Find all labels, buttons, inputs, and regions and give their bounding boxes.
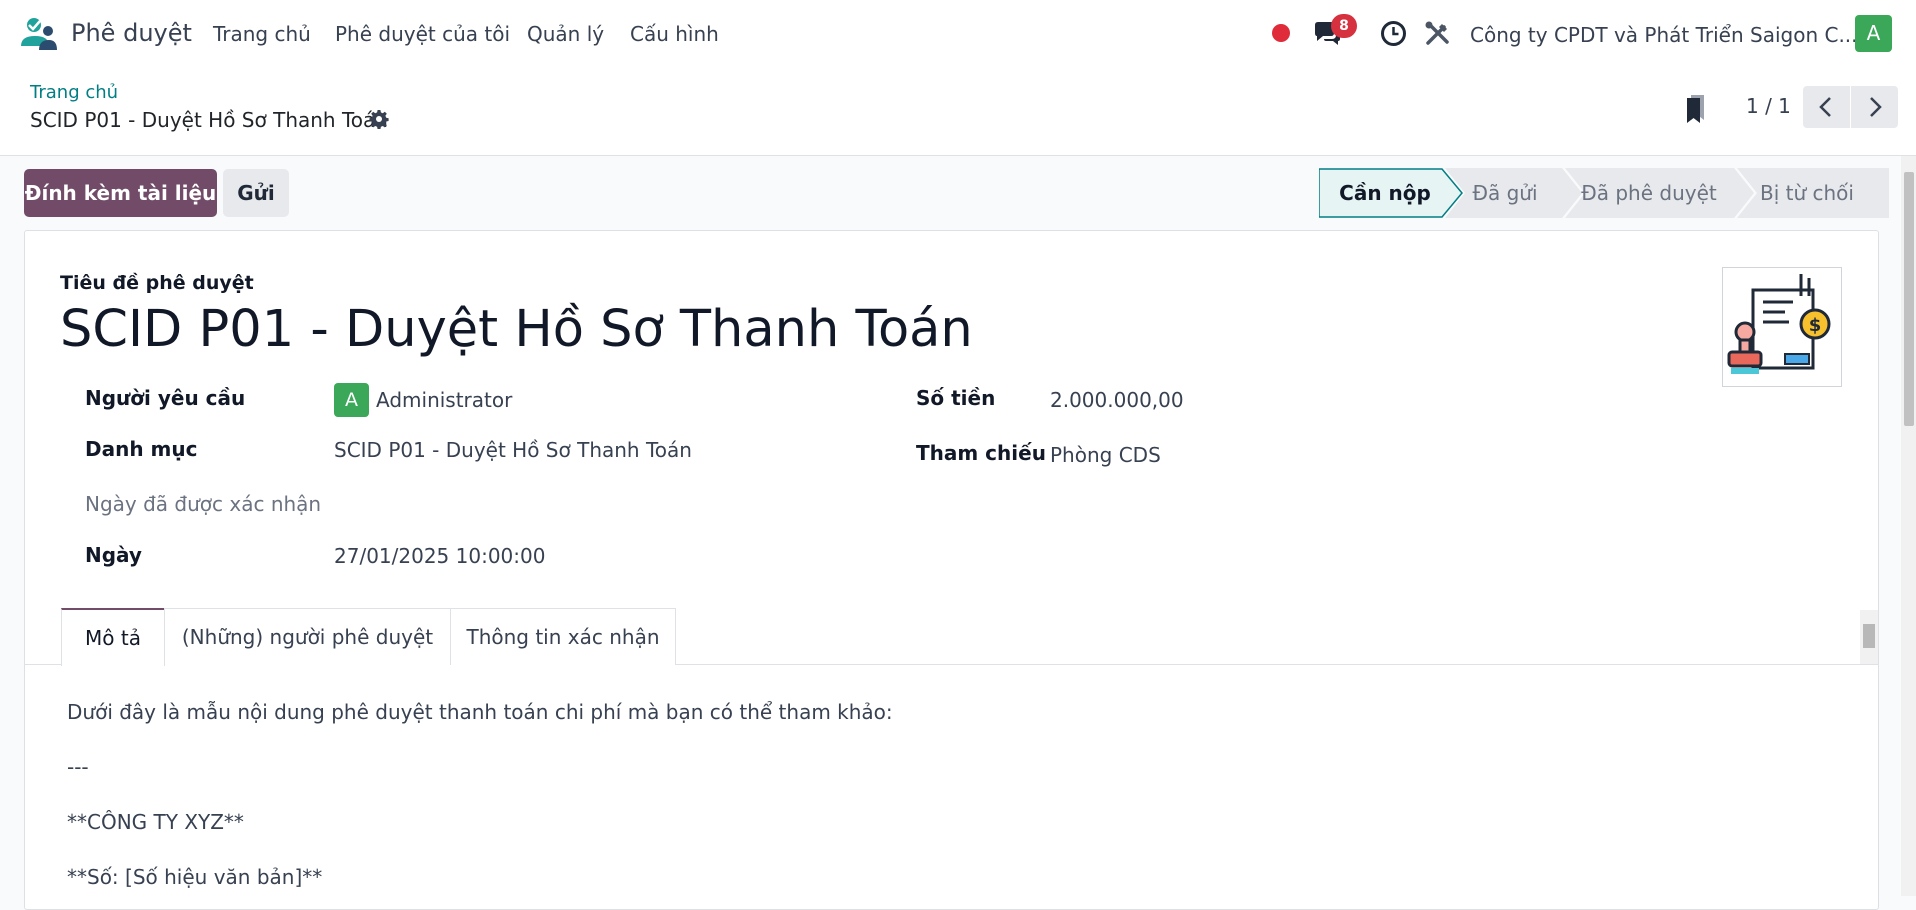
- company-switcher[interactable]: Công ty CPDT và Phát Triển Saigon C...: [1470, 23, 1858, 47]
- bookmark-icon[interactable]: [1682, 92, 1710, 124]
- category-field[interactable]: SCID P01 - Duyệt Hồ Sơ Thanh Toán: [334, 438, 692, 462]
- description-line: ---: [67, 755, 89, 779]
- tab-description[interactable]: Mô tả: [61, 608, 165, 666]
- pager-next-button[interactable]: [1851, 86, 1898, 128]
- date-label: Ngày: [85, 543, 142, 567]
- approval-title-field[interactable]: SCID P01 - Duyệt Hồ Sơ Thanh Toán: [60, 300, 973, 359]
- chat-count-badge: 8: [1331, 14, 1357, 38]
- page-scrollbar-thumb[interactable]: [1904, 172, 1914, 426]
- tools-icon[interactable]: [1424, 20, 1451, 47]
- pager-previous-button[interactable]: [1803, 86, 1850, 128]
- date-field[interactable]: 27/01/2025 10:00:00: [334, 544, 545, 568]
- approvals-app-icon[interactable]: [21, 16, 57, 50]
- status-stage-approved[interactable]: Đã phê duyệt: [1581, 181, 1717, 205]
- clock-icon[interactable]: [1380, 20, 1407, 47]
- attach-document-button[interactable]: Đính kèm tài liệu: [24, 169, 217, 217]
- chevron-right-icon: [1870, 97, 1882, 117]
- description-line: **Số: [Số hiệu văn bản]**: [67, 865, 323, 889]
- app-name[interactable]: Phê duyệt: [71, 19, 192, 47]
- record-status-icon[interactable]: [1272, 24, 1290, 42]
- pager-value[interactable]: 1 / 1: [1746, 94, 1791, 118]
- gear-icon[interactable]: [369, 109, 389, 129]
- amount-field[interactable]: 2.000.000,00: [1050, 388, 1184, 412]
- menu-home[interactable]: Trang chủ: [213, 22, 311, 46]
- control-panel: Trang chủ SCID P01 - Duyệt Hồ Sơ Thanh T…: [0, 68, 1916, 156]
- record-image[interactable]: $: [1722, 267, 1842, 387]
- requester-label: Người yêu cầu: [85, 386, 246, 410]
- reference-field[interactable]: Phòng CDS: [1050, 443, 1161, 467]
- menu-manage[interactable]: Quản lý: [527, 22, 604, 46]
- requester-avatar: A: [334, 383, 369, 417]
- description-line: Dưới đây là mẫu nội dung phê duyệt thanh…: [67, 700, 893, 724]
- description-line: **CÔNG TY XYZ**: [67, 810, 244, 834]
- top-navbar: Phê duyệt Trang chủ Phê duyệt của tôi Qu…: [0, 0, 1916, 68]
- menu-my-approvals[interactable]: Phê duyệt của tôi: [335, 22, 510, 46]
- send-button[interactable]: Gửi: [223, 169, 289, 217]
- requester-field[interactable]: Administrator: [376, 388, 512, 412]
- tabs-scrollbar-thumb[interactable]: [1863, 624, 1875, 648]
- breadcrumb-home-link[interactable]: Trang chủ: [30, 82, 118, 103]
- status-stage-refused[interactable]: Bị từ chối: [1760, 181, 1854, 205]
- tab-approvers[interactable]: (Những) người phê duyệt: [164, 608, 451, 665]
- user-avatar[interactable]: A: [1855, 15, 1892, 52]
- menu-configuration[interactable]: Cấu hình: [630, 22, 719, 46]
- approval-title-label: Tiêu đề phê duyệt: [60, 272, 254, 294]
- svg-text:$: $: [1809, 315, 1822, 336]
- status-stage-to-submit[interactable]: Cần nộp: [1339, 181, 1431, 205]
- chevron-left-icon: [1819, 97, 1831, 117]
- reference-label: Tham chiếu: [916, 441, 1046, 465]
- breadcrumb-current: SCID P01 - Duyệt Hồ Sơ Thanh Toán: [30, 108, 388, 132]
- category-label: Danh mục: [85, 437, 198, 461]
- status-bar: Cần nộp Đã gửi Đã phê duyệt Bị từ chối: [1319, 168, 1889, 218]
- status-stage-submitted[interactable]: Đã gửi: [1472, 181, 1537, 205]
- tab-confirmation-info[interactable]: Thông tin xác nhận: [450, 608, 676, 665]
- confirmed-date-label: Ngày đã được xác nhận: [85, 492, 322, 516]
- amount-label: Số tiền: [916, 386, 996, 410]
- payment-document-icon: $: [1727, 274, 1831, 374]
